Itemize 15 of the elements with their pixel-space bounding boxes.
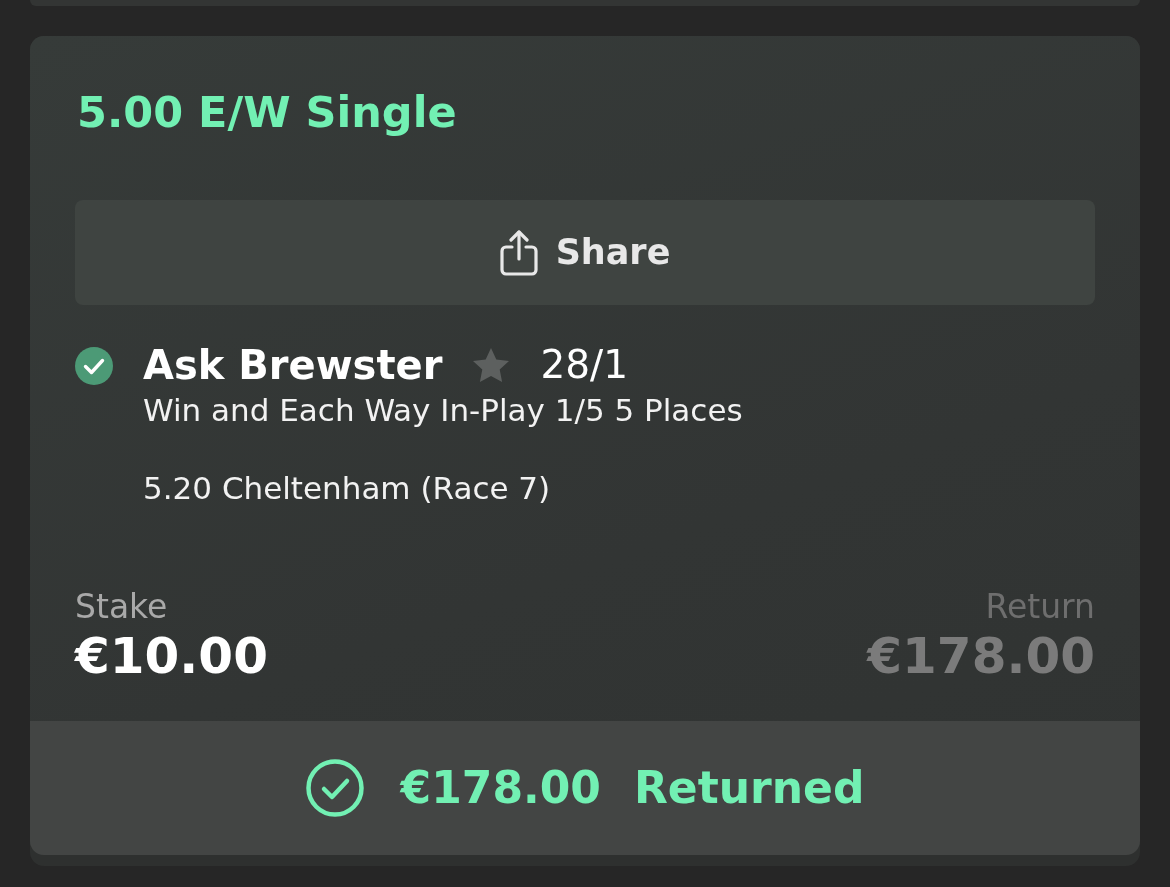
stake-label: Stake [75,587,169,627]
odds: 28/1 [540,341,628,389]
returned-amount: €178.00 [400,762,601,814]
bet-title: 5.00 E/W Single [77,86,458,138]
market-name: Win and Each Way In-Play 1/5 5 Places [143,391,743,429]
check-circle-icon [305,759,364,817]
return-label: Return [984,587,1095,627]
race-name: 5.20 Cheltenham (Race 7) [143,469,552,507]
selection-name: Ask Brewster [143,341,443,389]
star-icon[interactable] [473,348,510,382]
return-amount: €178.00 [867,627,1095,685]
stake-amount: €10.00 [75,627,268,685]
share-icon [499,229,538,276]
returned-label: Returned [633,762,865,814]
share-button[interactable]: Share [75,200,1095,305]
